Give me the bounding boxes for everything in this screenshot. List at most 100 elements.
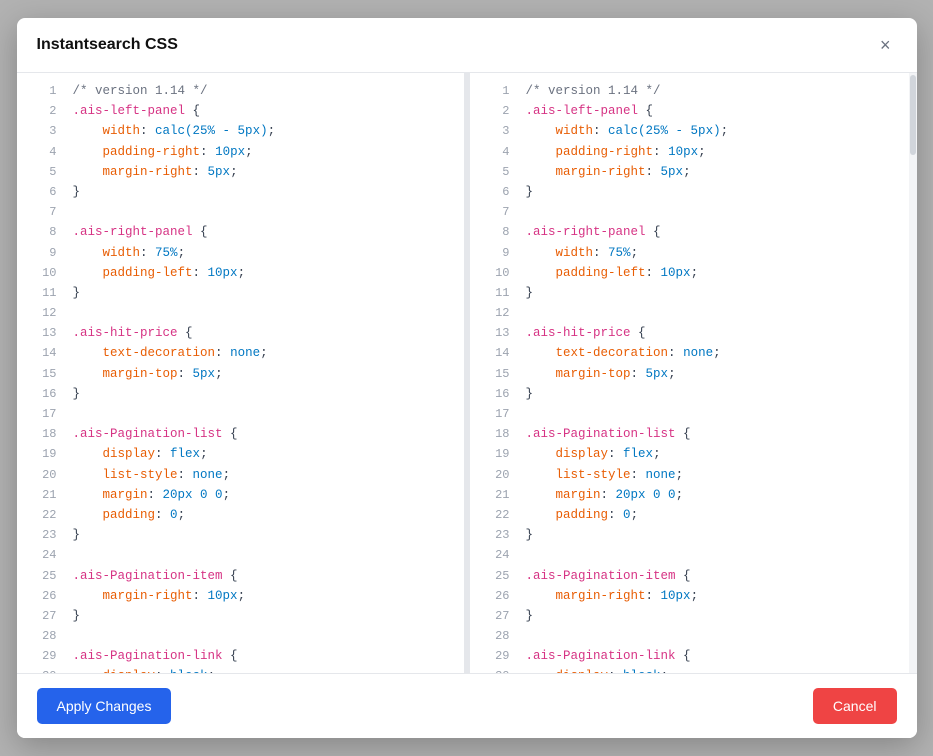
line-content[interactable]: width: 75%;	[73, 243, 452, 263]
line-number: 3	[29, 122, 57, 141]
line-content[interactable]: .ais-left-panel {	[526, 101, 905, 121]
cancel-button[interactable]: Cancel	[813, 688, 897, 724]
line-content[interactable]: .ais-right-panel {	[526, 222, 905, 242]
line-content[interactable]	[526, 626, 905, 646]
line-content[interactable]: margin-top: 5px;	[73, 364, 452, 384]
table-row: 12	[17, 303, 464, 323]
line-content[interactable]: width: calc(25% - 5px);	[526, 121, 905, 141]
table-row: 17	[470, 404, 917, 424]
line-content[interactable]: /* version 1.14 */	[73, 81, 452, 101]
line-content[interactable]	[526, 202, 905, 222]
line-content[interactable]: .ais-Pagination-link {	[526, 646, 905, 666]
line-content[interactable]: padding-left: 10px;	[526, 263, 905, 283]
line-content[interactable]	[73, 303, 452, 323]
line-content[interactable]: .ais-right-panel {	[73, 222, 452, 242]
line-content[interactable]: .ais-hit-price {	[526, 323, 905, 343]
line-content[interactable]: .ais-Pagination-item {	[73, 566, 452, 586]
line-number: 16	[482, 385, 510, 404]
code-pane-right[interactable]: 1/* version 1.14 */2.ais-left-panel {3 w…	[470, 73, 917, 673]
line-content[interactable]	[73, 202, 452, 222]
line-content[interactable]: }	[73, 182, 452, 202]
line-content[interactable]: .ais-Pagination-list {	[73, 424, 452, 444]
line-number: 5	[482, 163, 510, 182]
line-content[interactable]: display: flex;	[526, 444, 905, 464]
line-number: 29	[29, 647, 57, 666]
line-content[interactable]	[73, 626, 452, 646]
line-number: 1	[482, 82, 510, 101]
line-content[interactable]: .ais-left-panel {	[73, 101, 452, 121]
table-row: 17	[17, 404, 464, 424]
table-row: 14 text-decoration: none;	[470, 343, 917, 363]
table-row: 28	[470, 626, 917, 646]
table-row: 23}	[17, 525, 464, 545]
table-row: 27}	[17, 606, 464, 626]
line-content[interactable]: }	[73, 384, 452, 404]
table-row: 18 .ais-Pagination-list {	[17, 424, 464, 444]
line-content[interactable]	[526, 404, 905, 424]
line-content[interactable]: list-style: none;	[526, 465, 905, 485]
line-content[interactable]: margin: 20px 0 0;	[73, 485, 452, 505]
line-number: 9	[482, 244, 510, 263]
scrollbar-track	[909, 73, 917, 673]
table-row: 15 margin-top: 5px;	[17, 364, 464, 384]
line-content[interactable]: }	[526, 283, 905, 303]
line-content[interactable]: margin-right: 5px;	[73, 162, 452, 182]
table-row: 24	[470, 545, 917, 565]
line-content[interactable]: width: 75%;	[526, 243, 905, 263]
line-content[interactable]: .ais-Pagination-item {	[526, 566, 905, 586]
table-row: 27}	[470, 606, 917, 626]
table-row: 25.ais-Pagination-item {	[17, 566, 464, 586]
line-number: 18	[29, 425, 57, 444]
table-row: 15 margin-top: 5px;	[470, 364, 917, 384]
table-row: 16}	[470, 384, 917, 404]
line-number: 21	[482, 486, 510, 505]
line-number: 17	[29, 405, 57, 424]
line-content[interactable]: }	[526, 525, 905, 545]
line-number: 11	[29, 284, 57, 303]
line-content[interactable]: }	[73, 606, 452, 626]
line-content[interactable]: .ais-Pagination-link {	[73, 646, 452, 666]
line-content[interactable]: margin-right: 10px;	[526, 586, 905, 606]
line-content[interactable]: padding-right: 10px;	[526, 142, 905, 162]
line-content[interactable]: .ais-hit-price {	[73, 323, 452, 343]
line-content[interactable]: }	[73, 283, 452, 303]
line-content[interactable]: padding: 0;	[526, 505, 905, 525]
table-row: 19 display: flex;	[17, 444, 464, 464]
line-content[interactable]: display: block;	[73, 666, 452, 673]
line-content[interactable]: }	[526, 606, 905, 626]
code-editor-left: 1/* version 1.14 */2.ais-left-panel {3 w…	[17, 73, 464, 673]
apply-changes-button[interactable]: Apply Changes	[37, 688, 172, 724]
line-content[interactable]: margin-right: 10px;	[73, 586, 452, 606]
line-content[interactable]: /* version 1.14 */	[526, 81, 905, 101]
line-content[interactable]: }	[73, 525, 452, 545]
line-content[interactable]: }	[526, 182, 905, 202]
line-content[interactable]	[73, 404, 452, 424]
line-content[interactable]: padding-right: 10px;	[73, 142, 452, 162]
table-row: 6}	[470, 182, 917, 202]
table-row: 23}	[470, 525, 917, 545]
line-content[interactable]	[526, 545, 905, 565]
line-content[interactable]: margin-right: 5px;	[526, 162, 905, 182]
modal-footer: Apply Changes Cancel	[17, 673, 917, 738]
modal: Instantsearch CSS × 1/* version 1.14 */2…	[17, 18, 917, 738]
line-content[interactable]: }	[526, 384, 905, 404]
line-content[interactable]: list-style: none;	[73, 465, 452, 485]
line-content[interactable]: text-decoration: none;	[526, 343, 905, 363]
table-row: 1 /* version 1.14 */	[470, 81, 917, 101]
line-content[interactable]: display: block;	[526, 666, 905, 673]
line-number: 26	[482, 587, 510, 606]
line-content[interactable]: width: calc(25% - 5px);	[73, 121, 452, 141]
code-pane-left[interactable]: 1/* version 1.14 */2.ais-left-panel {3 w…	[17, 73, 464, 673]
line-content[interactable]: .ais-Pagination-list {	[526, 424, 905, 444]
line-content[interactable]: padding-left: 10px;	[73, 263, 452, 283]
line-content[interactable]: margin: 20px 0 0;	[526, 485, 905, 505]
table-row: 2.ais-left-panel {	[17, 101, 464, 121]
close-button[interactable]: ×	[874, 34, 897, 56]
line-content[interactable]: display: flex;	[73, 444, 452, 464]
line-content[interactable]	[73, 545, 452, 565]
line-content[interactable]: text-decoration: none;	[73, 343, 452, 363]
line-content[interactable]: padding: 0;	[73, 505, 452, 525]
line-content[interactable]	[526, 303, 905, 323]
table-row: 30 display: block;	[17, 666, 464, 673]
line-content[interactable]: margin-top: 5px;	[526, 364, 905, 384]
